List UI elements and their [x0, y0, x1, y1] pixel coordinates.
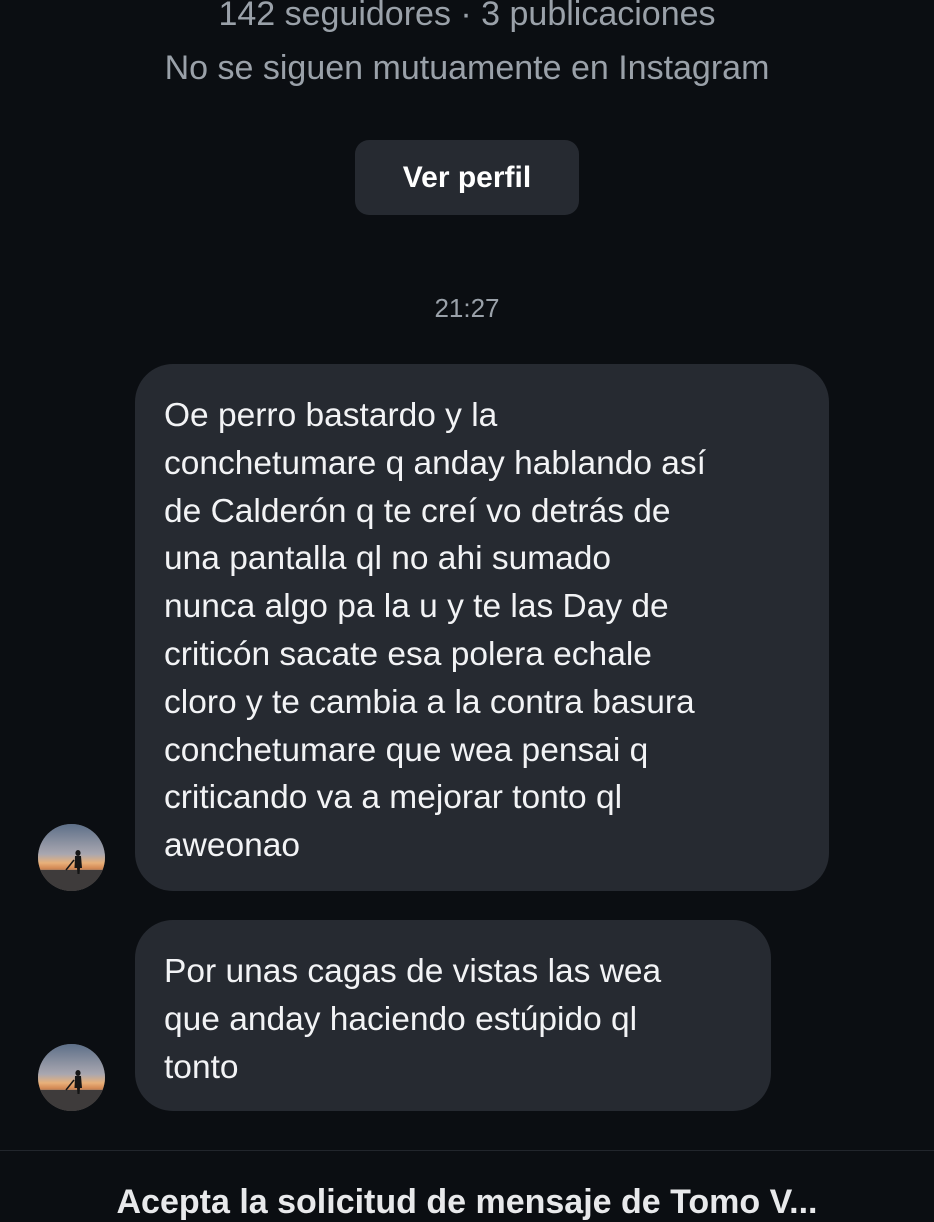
message-line: criticando va a mejorar tonto ql — [164, 779, 623, 817]
message-bubble[interactable]: Por unas cagas de vistas las wea que and… — [135, 920, 771, 1111]
avatar-photo — [38, 1044, 105, 1111]
avatar-photo — [38, 824, 105, 891]
message-line: aweonao — [164, 827, 300, 865]
message-line: conchetumare q anday hablando así — [164, 444, 706, 482]
footer-divider — [0, 1150, 934, 1151]
message-request-note: Acepta la solicitud de mensaje de Tomo V… — [116, 1183, 818, 1221]
view-profile-button[interactable]: Ver perfil — [355, 140, 579, 215]
message-line: una pantalla ql no ahi sumado — [164, 540, 611, 578]
message-line: de Calderón q te creí vo detrás de — [164, 492, 671, 530]
message-line: tonto — [164, 1048, 239, 1086]
message-line: criticón sacate esa polera echale — [164, 635, 652, 673]
mutual-follow-note: No se siguen mutuamente en Instagram — [164, 49, 770, 87]
message-line: Oe perro bastardo y la — [164, 397, 498, 434]
message-line: que anday haciendo estúpido ql — [164, 1000, 638, 1038]
message-timestamp: 21:27 — [434, 293, 500, 323]
message-line: nunca algo pa la u y te las Day de — [164, 588, 669, 626]
message-line: Por unas cagas de vistas las wea — [164, 953, 662, 990]
profile-stats: 142 seguidores · 3 publicaciones — [218, 0, 716, 33]
message-bubble[interactable]: Oe perro bastardo y la conchetumare q an… — [135, 364, 829, 891]
message-line: cloro y te cambia a la contra basura — [164, 683, 695, 721]
sender-avatar[interactable] — [38, 824, 105, 891]
message-line: conchetumare que wea pensai q — [164, 731, 649, 769]
sender-avatar[interactable] — [38, 1044, 105, 1111]
